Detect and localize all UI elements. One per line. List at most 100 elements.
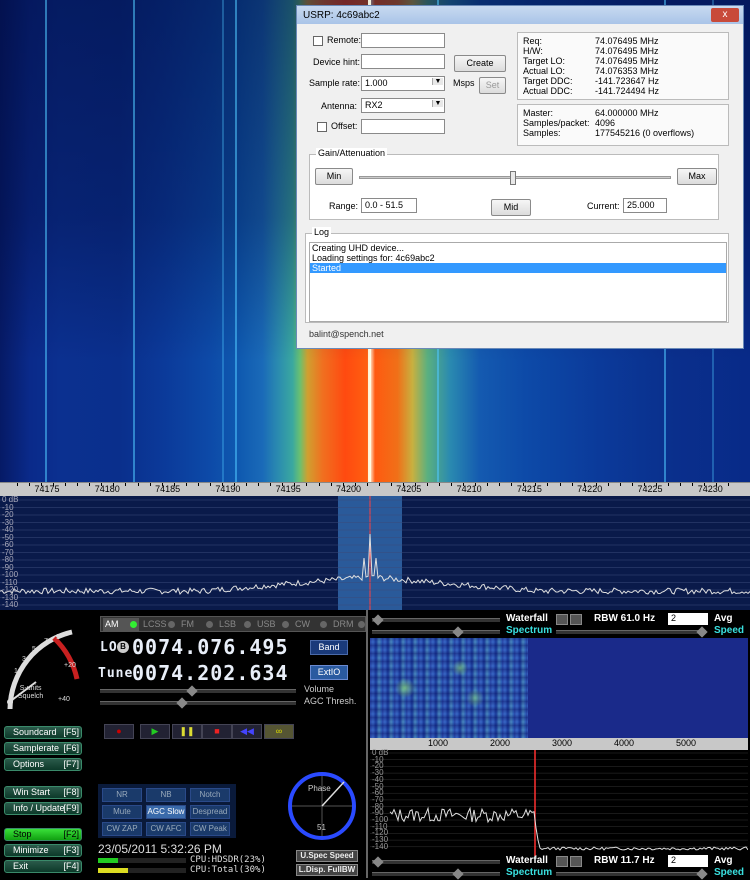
left-button-info-update[interactable]: Info / Update [F9]	[4, 802, 82, 815]
freq-tick-mark	[716, 483, 718, 486]
freq-tick-label: 74205	[396, 484, 422, 494]
speed-slider-bottom[interactable]	[556, 868, 708, 880]
transport-bar: ● ▶ ❚❚ ■ ◀◀ ∞	[100, 722, 296, 742]
mode-am[interactable]: AM	[103, 618, 139, 631]
uspec-speed-button[interactable]: U.Spec Speed	[296, 850, 358, 862]
mode-led-icon	[168, 621, 175, 628]
mode-lcss[interactable]: LCSS	[141, 618, 177, 631]
dsp-despread[interactable]: Despread	[190, 805, 230, 819]
gain-mid-button[interactable]: Mid	[491, 199, 531, 216]
avg-select-top[interactable]: 2	[668, 613, 708, 625]
mode-lsb[interactable]: LSB	[217, 618, 253, 631]
info-value: 74.076353 MHz	[595, 66, 659, 76]
left-button-samplerate[interactable]: Samplerate [F6]	[4, 742, 82, 755]
rewind-button[interactable]: ◀◀	[232, 724, 262, 739]
agc-thresh-slider[interactable]	[100, 697, 296, 709]
set-button[interactable]: Set	[479, 77, 506, 94]
left-button-options[interactable]: Options [F7]	[4, 758, 82, 771]
lo-frequency[interactable]: 0074.076.495	[132, 635, 289, 659]
extio-button[interactable]: ExtIO	[310, 665, 348, 680]
freq-tick-label: 74190	[215, 484, 241, 494]
remote-checkbox[interactable]	[313, 36, 323, 46]
dsp-cw-zap[interactable]: CW ZAP	[102, 822, 142, 836]
ldisp-fullbw-button[interactable]: L.Disp. FullBW	[296, 864, 358, 876]
offset-input[interactable]	[361, 119, 445, 134]
wf-brightness-slider[interactable]	[372, 626, 500, 638]
rbw-up-top[interactable]	[570, 614, 582, 625]
dsp-nr[interactable]: NR	[102, 788, 142, 802]
freq-tick-mark	[366, 483, 368, 486]
mode-usb[interactable]: USB	[255, 618, 291, 631]
left-button-exit[interactable]: Exit [F4]	[4, 860, 82, 873]
cpu-total-label: CPU:Total(30%)	[190, 865, 266, 875]
left-button-minimize[interactable]: Minimize [F3]	[4, 844, 82, 857]
dsp-agc-slow[interactable]: AGC Slow	[146, 805, 186, 819]
device-hint-input[interactable]	[361, 54, 445, 69]
info-key: Req:	[523, 36, 543, 46]
mode-drm[interactable]: DRM	[331, 618, 367, 631]
audio-freq-scale[interactable]: 1000 2000 3000 4000 5000	[370, 738, 748, 750]
rbw-up-bottom[interactable]	[570, 856, 582, 867]
record-button[interactable]: ●	[104, 724, 134, 739]
offset-checkbox[interactable]	[317, 122, 327, 132]
loop-button[interactable]: ∞	[264, 724, 294, 739]
mode-fm[interactable]: FM	[179, 618, 215, 631]
spectrum-label-top: Spectrum	[506, 625, 553, 636]
main-spectrum[interactable]: 0 dB -10 -20 -30 -40 -50 -60 -70 -80 -90 -100 -110-…	[0, 495, 750, 610]
freq-tick-mark	[475, 483, 477, 486]
dsp-cw-peak[interactable]: CW Peak	[190, 822, 230, 836]
stop-record-button[interactable]: ■	[202, 724, 232, 739]
wf2-slider-1[interactable]	[372, 856, 500, 868]
audio-spectrum[interactable]: 0 dB -10 -20 -30 -40 -50 -60 -70 -80 -90 -100 -110-…	[370, 748, 749, 856]
s-meter-tick: 7	[44, 638, 48, 645]
lo-badge[interactable]: B	[117, 641, 129, 653]
play-button[interactable]: ▶	[140, 724, 170, 739]
sample-info-value: 177545216 (0 overflows)	[595, 128, 695, 138]
create-button[interactable]: Create	[454, 55, 506, 72]
log-line[interactable]: Creating UHD device...	[310, 243, 726, 253]
sample-info-value: 64.000000 MHz	[595, 108, 659, 118]
antenna-select[interactable]: RX2	[361, 98, 445, 113]
gain-min-button[interactable]: Min	[315, 168, 353, 185]
freq-tick-mark	[728, 483, 730, 486]
volume-slider[interactable]	[100, 685, 296, 697]
sample-info-value: 4096	[595, 118, 616, 128]
log-list[interactable]: Creating UHD device... Loading settings f…	[309, 242, 727, 322]
rbw-down-top[interactable]	[556, 614, 568, 625]
gain-slider-thumb[interactable]	[510, 171, 516, 185]
left-button-win-start[interactable]: Win Start [F8]	[4, 786, 82, 799]
sample-rate-select[interactable]: 1.000	[361, 76, 445, 91]
freq-tick-mark	[451, 483, 453, 486]
mode-cw[interactable]: CW	[293, 618, 329, 631]
band-button[interactable]: Band	[310, 640, 348, 655]
volume-label: Volume	[304, 684, 335, 694]
speed-slider-top[interactable]	[556, 626, 708, 638]
remote-input[interactable]	[361, 33, 445, 48]
log-line[interactable]: Started	[310, 263, 726, 273]
frequency-scale[interactable]: 74175 74180 74185 74190 74195 74200 74205 74210…	[0, 482, 750, 496]
dsp-nb[interactable]: NB	[146, 788, 186, 802]
rbw-down-bottom[interactable]	[556, 856, 568, 867]
tune-frequency[interactable]: 0074.202.634	[132, 661, 289, 685]
dialog-titlebar[interactable]: USRP: 4c69abc2 x	[297, 6, 743, 24]
usrp-dialog[interactable]: USRP: 4c69abc2 x Remote: Device hint: Cr…	[296, 5, 744, 349]
left-button-stop[interactable]: Stop [F2]	[4, 828, 82, 841]
dsp-cw-afc[interactable]: CW AFC	[146, 822, 186, 836]
s-units-label: S-units	[19, 685, 42, 692]
range-value: 0.0 - 51.5	[361, 198, 417, 213]
close-button[interactable]: x	[711, 8, 739, 22]
sample-info-key: Samples:	[523, 128, 561, 138]
dsp-mute[interactable]: Mute	[102, 805, 142, 819]
left-button-soundcard[interactable]: Soundcard [F5]	[4, 726, 82, 739]
dsp-notch[interactable]: Notch	[190, 788, 230, 802]
wf-contrast-slider[interactable]	[372, 614, 500, 626]
pause-button[interactable]: ❚❚	[172, 724, 202, 739]
info-key: Target LO:	[523, 56, 566, 66]
freq-tick-mark	[511, 483, 513, 486]
wf2-slider-2[interactable]	[372, 868, 500, 880]
gain-slider[interactable]	[359, 171, 671, 185]
gain-max-button[interactable]: Max	[677, 168, 717, 185]
audio-waterfall[interactable]	[370, 638, 748, 738]
avg-select-bottom[interactable]: 2	[668, 855, 708, 867]
log-line[interactable]: Loading settings for: 4c69abc2	[310, 253, 726, 263]
